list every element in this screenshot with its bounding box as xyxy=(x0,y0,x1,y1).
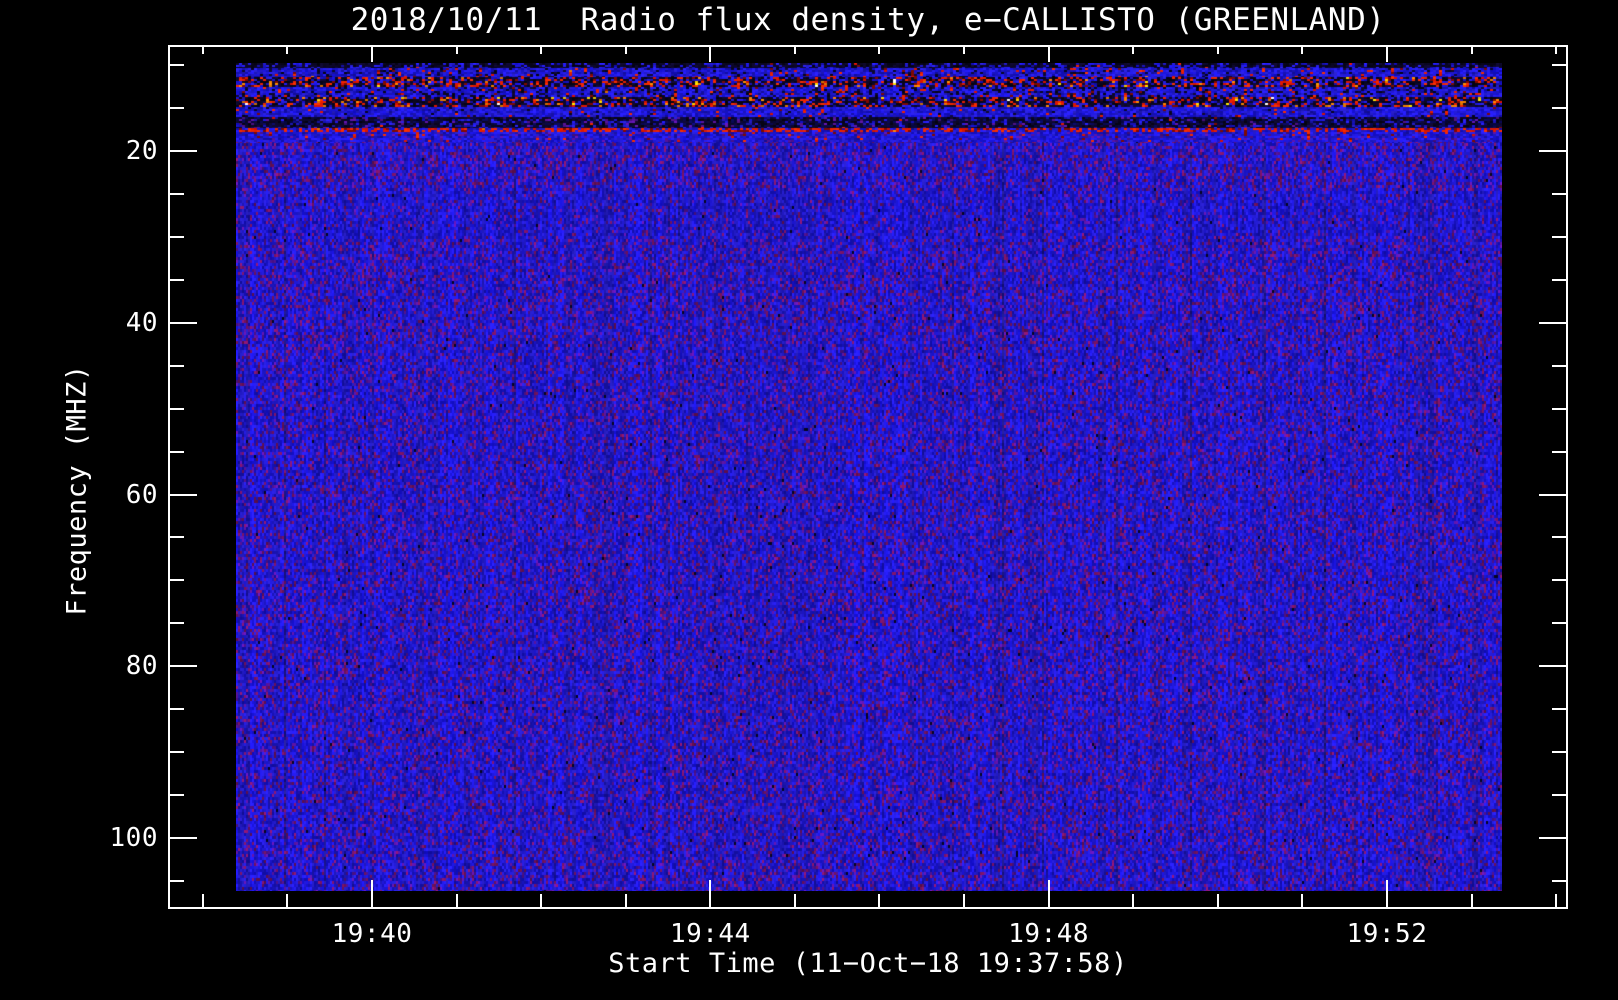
y-minor-tick xyxy=(1552,107,1566,110)
x-minor-tick xyxy=(540,894,543,907)
y-major-tick xyxy=(1539,837,1566,839)
x-major-tick xyxy=(1047,47,1050,62)
y-minor-tick xyxy=(170,407,184,410)
spectrogram-image xyxy=(236,63,1502,891)
x-minor-tick xyxy=(1555,47,1558,54)
y-major-tick xyxy=(170,665,197,668)
y-minor-tick xyxy=(170,235,184,238)
x-minor-tick xyxy=(201,47,204,54)
x-minor-tick xyxy=(624,47,627,54)
x-tick-label: 19:40 xyxy=(331,919,413,949)
y-minor-tick xyxy=(1552,235,1566,238)
x-minor-tick xyxy=(793,894,796,907)
y-minor-tick xyxy=(170,536,184,539)
x-minor-tick xyxy=(878,47,881,54)
y-minor-tick xyxy=(170,879,184,882)
y-minor-tick xyxy=(170,364,184,367)
y-tick-label: 80 xyxy=(125,651,158,682)
y-minor-tick xyxy=(170,278,184,281)
x-major-tick xyxy=(1385,47,1388,62)
spectrogram-page: 2018/10/11 Radio flux density, e−CALLIST… xyxy=(0,0,1618,1000)
y-minor-tick xyxy=(1552,579,1566,582)
x-minor-tick xyxy=(1132,894,1135,907)
x-minor-tick xyxy=(1555,894,1558,907)
x-major-tick xyxy=(1385,880,1388,907)
y-minor-tick xyxy=(170,708,184,711)
x-minor-tick xyxy=(1301,894,1304,907)
x-axis-title: Start Time (11−Oct−18 19:37:58) xyxy=(608,948,1128,979)
x-major-tick xyxy=(371,47,373,62)
x-minor-tick xyxy=(1470,47,1473,54)
x-minor-tick xyxy=(1216,47,1219,54)
y-minor-tick xyxy=(170,622,184,625)
x-minor-tick xyxy=(1301,47,1304,54)
x-tick-label: 19:44 xyxy=(669,919,751,949)
x-major-tick xyxy=(1047,880,1050,907)
y-minor-tick xyxy=(1552,64,1566,67)
y-minor-tick xyxy=(1552,450,1566,453)
x-minor-tick xyxy=(1132,47,1135,54)
x-minor-tick xyxy=(455,47,458,54)
x-minor-tick xyxy=(455,894,458,907)
y-minor-tick xyxy=(1552,879,1566,882)
x-minor-tick xyxy=(1216,894,1219,907)
y-axis-title: Frequency (MHZ) xyxy=(61,364,93,616)
y-major-tick xyxy=(1539,321,1566,324)
y-minor-tick xyxy=(170,579,184,582)
x-tick-label: 19:48 xyxy=(1008,919,1090,949)
x-minor-tick xyxy=(793,47,796,54)
y-major-tick xyxy=(170,321,197,324)
y-minor-tick xyxy=(1552,536,1566,539)
y-major-tick xyxy=(1539,493,1566,496)
y-major-tick xyxy=(170,150,197,152)
y-major-tick xyxy=(170,837,197,839)
x-minor-tick xyxy=(201,894,204,907)
x-minor-tick xyxy=(540,47,543,54)
y-minor-tick xyxy=(1552,708,1566,711)
y-minor-tick xyxy=(170,751,184,754)
x-minor-tick xyxy=(286,894,289,907)
x-minor-tick xyxy=(963,894,966,907)
x-major-tick xyxy=(709,880,712,907)
x-major-tick xyxy=(371,880,373,907)
y-minor-tick xyxy=(170,64,184,67)
x-tick-label: 19:52 xyxy=(1346,919,1428,949)
y-minor-tick xyxy=(1552,622,1566,625)
y-tick-label: 60 xyxy=(125,479,158,510)
y-tick-label: 40 xyxy=(125,307,158,338)
y-minor-tick xyxy=(1552,192,1566,195)
y-major-tick xyxy=(1539,150,1566,152)
y-minor-tick xyxy=(1552,278,1566,281)
y-minor-tick xyxy=(1552,407,1566,410)
y-minor-tick xyxy=(170,450,184,453)
x-minor-tick xyxy=(286,47,289,54)
y-minor-tick xyxy=(1552,364,1566,367)
y-minor-tick xyxy=(170,192,184,195)
x-minor-tick xyxy=(963,47,966,54)
x-minor-tick xyxy=(878,894,881,907)
y-major-tick xyxy=(170,493,197,496)
y-minor-tick xyxy=(170,794,184,797)
y-major-tick xyxy=(1539,665,1566,668)
chart-title: 2018/10/11 Radio flux density, e−CALLIST… xyxy=(350,2,1386,38)
y-minor-tick xyxy=(1552,794,1566,797)
x-minor-tick xyxy=(1470,894,1473,907)
x-major-tick xyxy=(709,47,712,62)
x-minor-tick xyxy=(624,894,627,907)
y-tick-label: 100 xyxy=(109,823,158,853)
y-minor-tick xyxy=(1552,751,1566,754)
y-tick-label: 20 xyxy=(125,136,158,166)
y-minor-tick xyxy=(170,107,184,110)
